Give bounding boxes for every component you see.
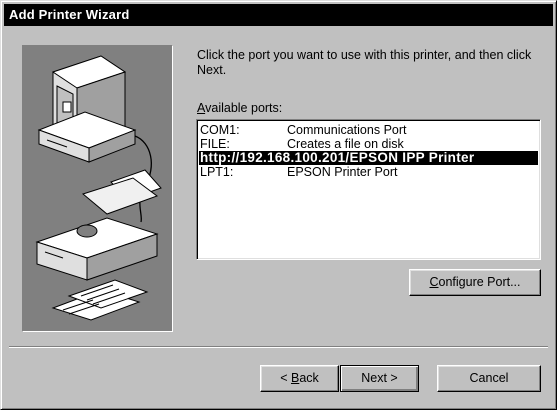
back-button[interactable]: < Back [260,365,339,392]
port-name: COM1: [200,123,240,137]
window-title: Add Printer Wizard [9,7,130,22]
next-label: Next > [361,371,398,385]
wizard-illustration [22,45,173,332]
port-description: Communications Port [287,123,407,137]
title-bar[interactable]: Add Printer Wizard [4,4,553,26]
port-name: FILE: [200,137,230,151]
printer-icon [35,169,162,281]
ports-label-mnemonic: A [197,101,206,115]
cancel-label: Cancel [469,371,509,385]
port-name: LPT1: [200,165,234,179]
configure-label-rest: onfigure Port... [438,275,521,289]
available-ports-label: Available ports: [197,101,282,115]
computer-printer-illustration [35,55,162,321]
port-list-item-selected[interactable]: http://192.168.100.201/EPSON IPP Printer [199,151,538,165]
configure-port-button[interactable]: Configure Port... [409,269,541,296]
port-description: EPSON Printer Port [287,165,398,179]
footer-separator [9,346,548,348]
available-ports-listbox[interactable]: COM1: Communications Port FILE: Creates … [196,119,541,260]
port-list-item[interactable]: FILE: Creates a file on disk [199,137,540,151]
configure-mnemonic: C [429,275,439,289]
port-list-item[interactable]: LPT1: EPSON Printer Port [199,165,540,179]
instruction-text: Click the port you want to use with this… [197,48,532,77]
printed-pages-icon [51,279,149,321]
add-printer-wizard-window: Add Printer Wizard Click the port you wa… [0,0,557,410]
cancel-button[interactable]: Cancel [437,365,541,392]
next-button[interactable]: Next > [340,365,419,392]
port-description: Creates a file on disk [287,137,404,151]
port-name: http://192.168.100.201/EPSON IPP Printer [200,150,475,165]
back-label-rest: ack [299,371,319,385]
ports-label-rest: vailable ports: [205,101,283,115]
port-list-item[interactable]: COM1: Communications Port [199,123,540,137]
back-prefix: < [280,371,291,385]
